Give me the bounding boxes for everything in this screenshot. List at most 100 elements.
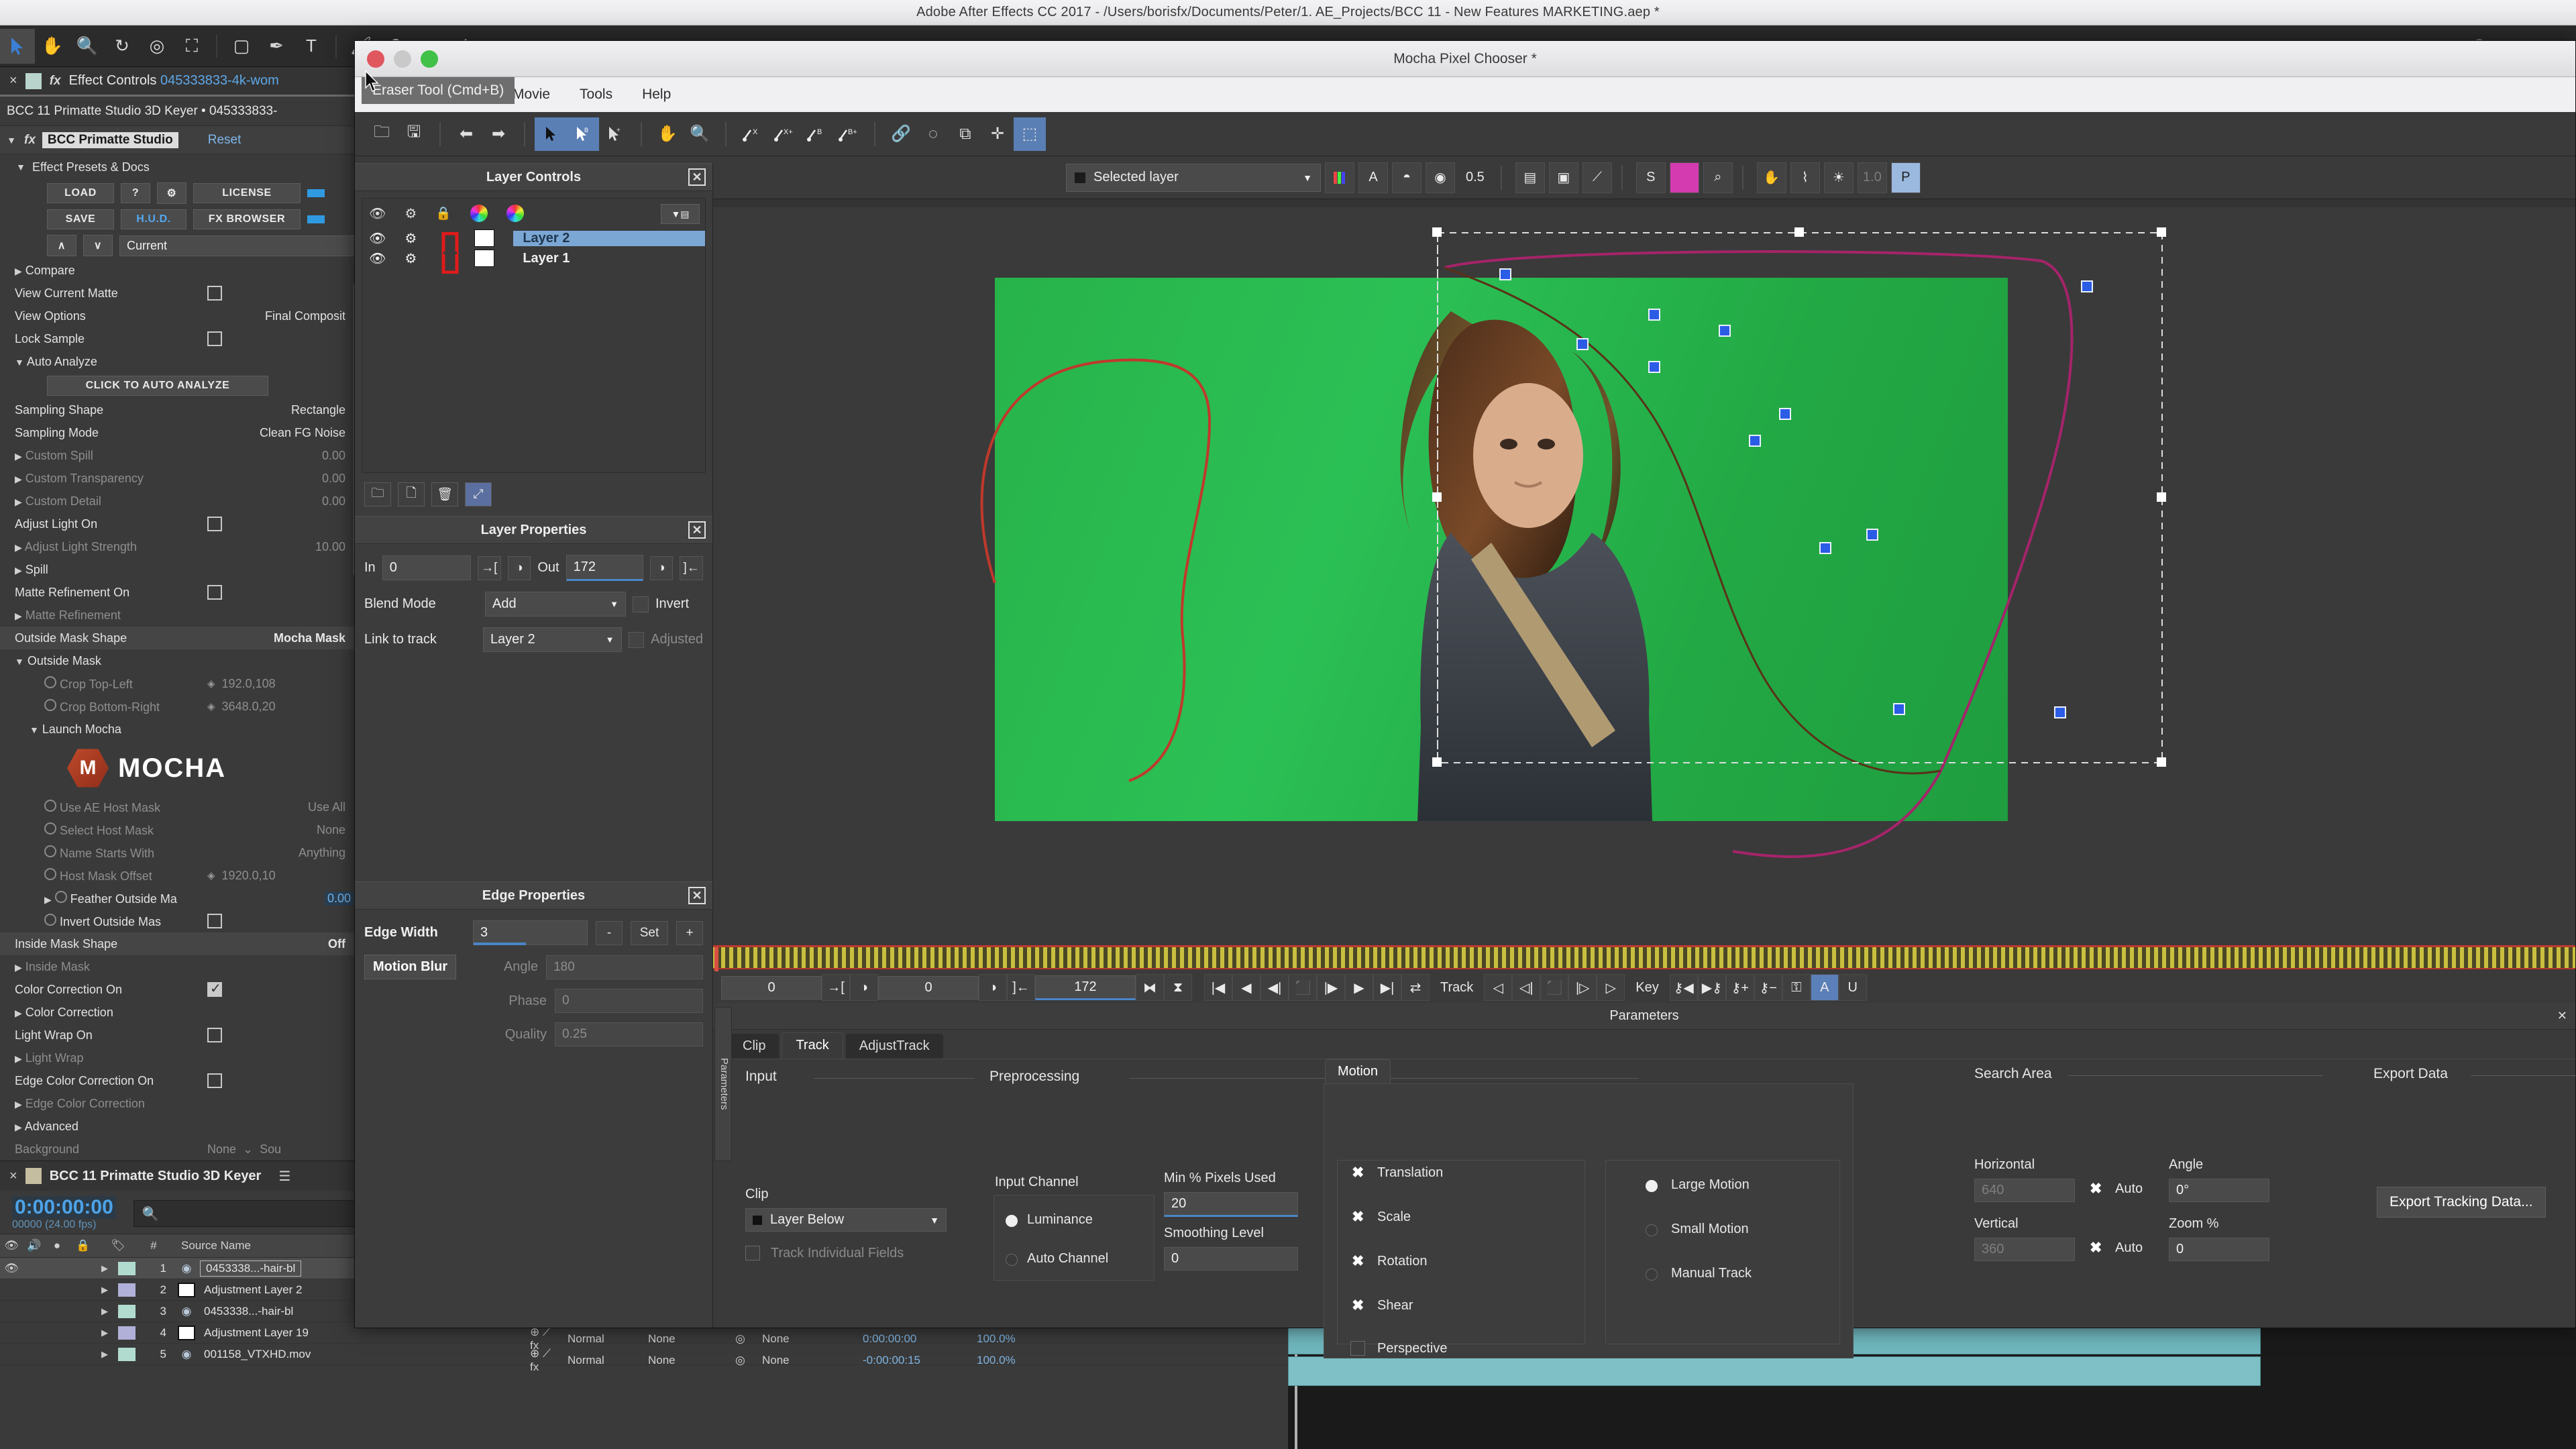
redo-icon[interactable]: ➡: [482, 117, 515, 151]
key-mode-icon[interactable]: U: [1838, 974, 1867, 1001]
angle-field[interactable]: 180: [546, 955, 703, 979]
layer-row-layer2[interactable]: 👁 ⚙ Layer 2: [362, 228, 705, 248]
layer-label-color[interactable]: [118, 1347, 145, 1361]
layer-name-l1[interactable]: Layer 1: [513, 251, 705, 266]
blue-accent-button[interactable]: [307, 189, 325, 197]
load-button[interactable]: LOAD: [47, 183, 114, 203]
effect-row-lock-sample[interactable]: Lock Sample: [0, 327, 362, 350]
effect-row-host-mask-offset[interactable]: Host Mask Offset ◈ 1920.0,10: [0, 864, 362, 887]
select-tool-icon[interactable]: [535, 117, 567, 151]
tab-clip[interactable]: Clip: [729, 1034, 780, 1059]
view-layer-dropdown[interactable]: Selected layer ▼: [1066, 163, 1321, 192]
reset-link[interactable]: Reset: [208, 133, 241, 148]
layer-source-name[interactable]: Adjustment Layer 2: [200, 1283, 302, 1297]
effect-row-background[interactable]: Background None ⌄ Sou: [0, 1138, 362, 1161]
timecode-block[interactable]: 0:00:00:00 00000 (24.00 fps): [12, 1196, 116, 1231]
timeline-clip-bar-2[interactable]: [1288, 1356, 2261, 1386]
effect-row-light-wrap[interactable]: ▶ Light Wrap: [0, 1046, 362, 1069]
remove-key-icon[interactable]: ⚷−: [1754, 974, 1782, 1001]
delete-layer-button[interactable]: 🗑: [431, 482, 458, 506]
set-out-icon[interactable]: ]←: [1007, 974, 1035, 1001]
show-planar-surface-icon[interactable]: ▤: [1515, 162, 1545, 193]
export-tracking-data-button[interactable]: Export Tracking Data...: [2377, 1187, 2546, 1218]
add-point-tool-icon[interactable]: +: [599, 117, 631, 151]
close-icon-parameters[interactable]: ✕: [2557, 1009, 2567, 1023]
play-forward-icon[interactable]: ▶: [1345, 974, 1373, 1001]
row-checkbox[interactable]: [207, 1073, 222, 1088]
row-value-text[interactable]: 192.0,108: [222, 677, 276, 691]
pan-behind-tool-icon[interactable]: ⛶: [174, 29, 209, 64]
link-layer-icon[interactable]: 🔗: [885, 117, 917, 151]
horizontal-auto-checkbox[interactable]: ✖: [2090, 1180, 2102, 1197]
layer-disclosure-icon[interactable]: ▶: [91, 1285, 118, 1295]
effect-header-row[interactable]: ▼ fx BCC Primatte Studio Reset: [0, 126, 362, 154]
timeline-close-icon[interactable]: ×: [9, 1169, 17, 1184]
shape-tool-icon[interactable]: ▢: [224, 29, 259, 64]
effect-row-crop-top-left[interactable]: Crop Top-Left ◈ 192.0,108: [0, 672, 362, 695]
layer-name-l2[interactable]: Layer 2: [513, 230, 705, 246]
save-button[interactable]: SAVE: [47, 209, 114, 229]
row-value-text[interactable]: 0.00: [322, 472, 354, 486]
disclosure-icon[interactable]: ▶: [15, 474, 22, 484]
effect-row-outside-mask[interactable]: ▼ Outside Mask: [0, 649, 362, 672]
rotate-selection-icon[interactable]: ◌: [917, 117, 949, 151]
effect-row-crop-bottom-right[interactable]: Crop Bottom-Right ◈ 3648.0,20: [0, 695, 362, 718]
effect-row-outside-mask-shape[interactable]: Outside Mask Shape Mocha Mask: [0, 627, 362, 649]
in-field[interactable]: 0: [382, 555, 471, 580]
effect-row-view-current-matte[interactable]: View Current Matte: [0, 282, 362, 305]
stopwatch-icon[interactable]: [44, 698, 56, 711]
license-button[interactable]: LICENSE: [193, 183, 301, 203]
effect-row-sampling-shape[interactable]: Sampling Shape Rectangle: [0, 398, 362, 421]
scale-selection-icon[interactable]: ⧉: [949, 117, 981, 151]
tab-adjusttrack[interactable]: AdjustTrack: [845, 1034, 943, 1059]
go-to-start-icon[interactable]: |◀: [1204, 974, 1232, 1001]
row-value-text[interactable]: 0.00: [322, 449, 354, 463]
disclosure-icon[interactable]: ▶: [15, 451, 22, 462]
effect-row-launch-mocha[interactable]: ▼ Launch Mocha: [0, 718, 362, 741]
layer-row-layer1[interactable]: 👁 ⚙ Layer 1: [362, 248, 705, 268]
visibility-icon-l1[interactable]: 👁: [369, 250, 386, 267]
hand-tool-icon[interactable]: ✋: [35, 29, 70, 64]
row-value-text[interactable]: Use All: [308, 800, 354, 814]
close-icon-layer-properties[interactable]: ✕: [688, 521, 706, 539]
disclosure-icon[interactable]: ▶: [15, 565, 22, 576]
row-checkbox[interactable]: [207, 1028, 222, 1042]
layer-disclosure-icon[interactable]: ▶: [91, 1306, 118, 1317]
select-b-tool-icon[interactable]: B: [567, 117, 599, 151]
loop-icon[interactable]: ⇄: [1401, 974, 1430, 1001]
row2-blend-mode[interactable]: Normal: [561, 1354, 641, 1367]
row2-parent[interactable]: None: [755, 1354, 856, 1367]
play-backward-icon[interactable]: ◀: [1232, 974, 1260, 1001]
pen-tool-icon[interactable]: ✒: [259, 29, 294, 64]
row-checkbox[interactable]: [207, 585, 222, 600]
effect-row-edge-color-correction-on[interactable]: Edge Color Correction On: [0, 1069, 362, 1092]
layer-visibility-toggle[interactable]: 👁: [0, 1262, 23, 1275]
menu-tools[interactable]: Tools: [565, 87, 627, 103]
vertical-field[interactable]: 360: [1974, 1238, 2075, 1261]
effect-row-adjust-light-strength[interactable]: ▶ Adjust Light Strength 10.00: [0, 535, 362, 558]
out-half-circle-icon[interactable]: ◑: [979, 974, 1007, 1001]
min-pixels-field[interactable]: 20: [1164, 1192, 1298, 1217]
blue-accent-button-2[interactable]: [307, 215, 325, 223]
stopwatch-icon[interactable]: [44, 867, 56, 880]
anchor-point-icon[interactable]: ◈: [207, 869, 215, 881]
disclosure-icon[interactable]: ▶: [15, 496, 22, 507]
effect-row-light-wrap-on[interactable]: Light Wrap On: [0, 1024, 362, 1046]
effect-row-advanced[interactable]: ▶ Advanced: [0, 1115, 362, 1138]
matte-overlay-icon[interactable]: ◓: [1392, 162, 1421, 193]
auto-channel-radio[interactable]: [1006, 1254, 1018, 1266]
selection-tool-icon[interactable]: [0, 28, 35, 64]
effect-row-color-correction-on[interactable]: Color Correction On: [0, 978, 362, 1001]
chevron-down-icon[interactable]: ▼: [5, 135, 17, 146]
out-half-icon[interactable]: ◑: [649, 555, 674, 580]
orbit-camera-tool-icon[interactable]: ◎: [140, 29, 174, 64]
effect-row-inside-mask-shape[interactable]: Inside Mask Shape Off: [0, 932, 362, 955]
disclosure-icon[interactable]: ▶: [15, 1099, 22, 1110]
xspline-tool-icon[interactable]: X: [736, 117, 768, 151]
luminance-radio[interactable]: [1006, 1215, 1018, 1227]
row-value-text[interactable]: Anything: [299, 846, 354, 860]
motion-blur-button[interactable]: Motion Blur: [364, 955, 457, 979]
edge-width-plus-button[interactable]: +: [676, 920, 703, 945]
fit-range-icon[interactable]: ⧓: [1136, 974, 1164, 1001]
layer-source-name[interactable]: Adjustment Layer 19: [200, 1326, 309, 1340]
